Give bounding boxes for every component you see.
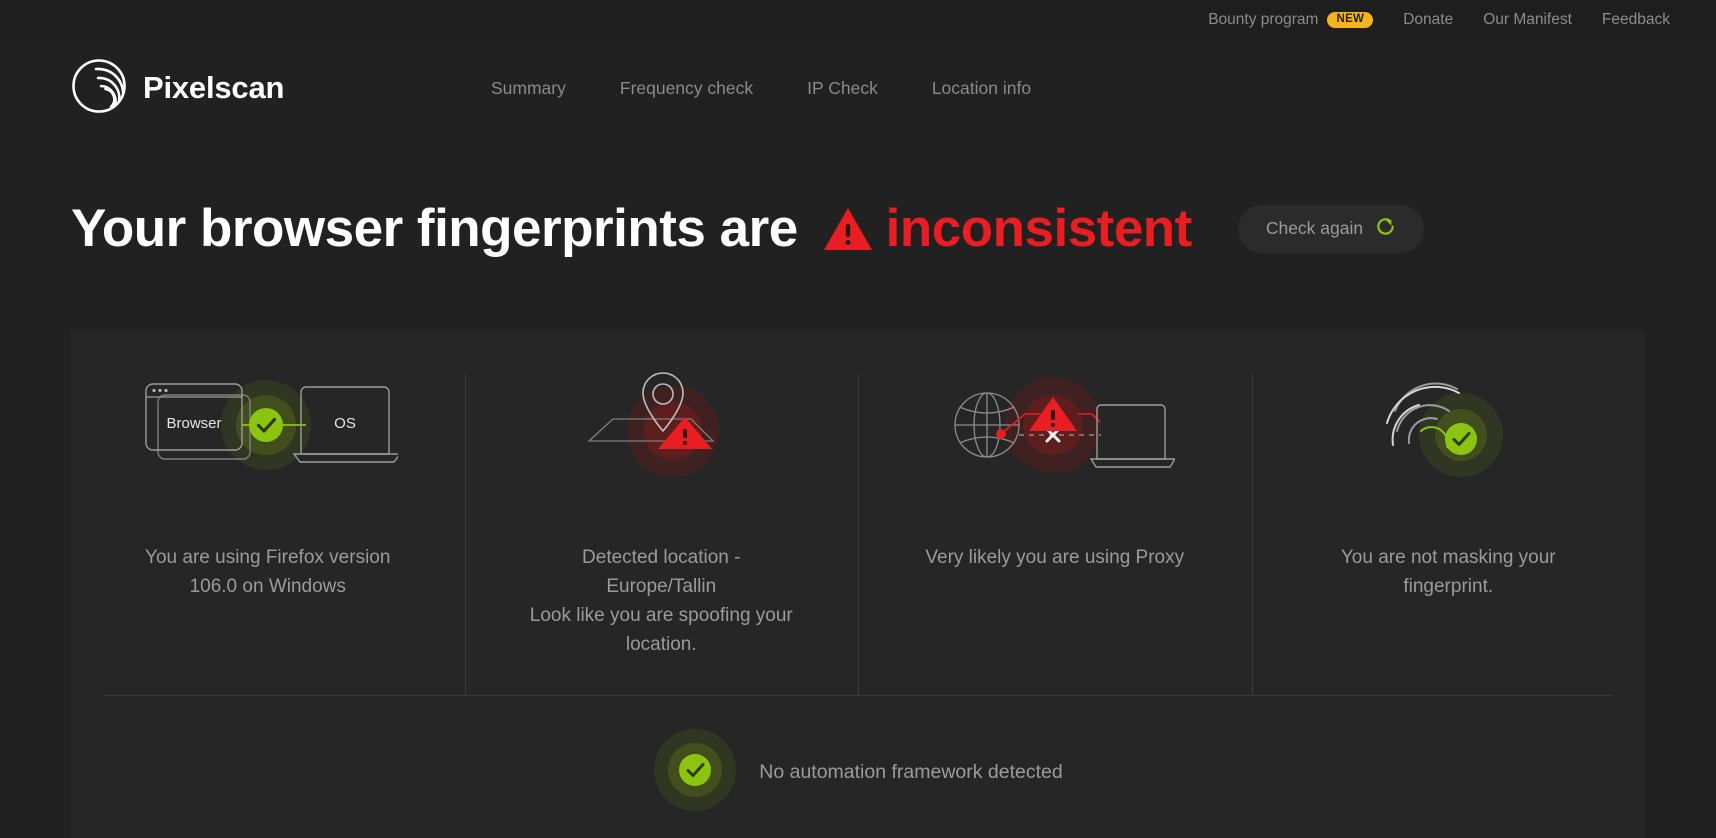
nav-link-ip-check[interactable]: IP Check xyxy=(807,72,878,105)
automation-status-text: No automation framework detected xyxy=(759,761,1063,783)
topbar-link-our-manifest[interactable]: Our Manifest xyxy=(1483,11,1572,29)
results-card-row: Browser OS You are using Firefox version… xyxy=(71,331,1645,695)
os-art-label: OS xyxy=(334,415,356,432)
result-card-fingerprint: You are not masking your fingerprint. xyxy=(1251,369,1646,695)
results-panel: Browser OS You are using Firefox version… xyxy=(71,331,1645,838)
topbar-link-label: Feedback xyxy=(1601,11,1670,28)
result-card-proxy: Very likely you are using Proxy xyxy=(858,369,1252,695)
result-card-browser-os: Browser OS You are using Firefox version… xyxy=(71,369,465,695)
status-word: inconsistent xyxy=(885,199,1193,258)
topbar-link-donate[interactable]: Donate xyxy=(1403,11,1453,29)
check-again-button[interactable]: Check again xyxy=(1237,204,1425,253)
fingerprint-ok-icon xyxy=(1363,369,1533,481)
site-header: Pixelscan Summary Frequency check IP Che… xyxy=(0,54,1716,122)
automation-status-row: No automation framework detected xyxy=(71,696,1645,838)
pixelscan-spiral-logo-icon xyxy=(71,58,127,119)
location-pin-warning-icon xyxy=(561,369,761,481)
result-card-location: Detected location - Europe/Tallin Look l… xyxy=(464,369,859,695)
nav-link-summary[interactable]: Summary xyxy=(491,72,566,105)
topbar-link-label: Our Manifest xyxy=(1483,11,1572,28)
browser-art-label: Browser xyxy=(166,415,221,432)
nav-link-frequency-check[interactable]: Frequency check xyxy=(620,72,753,105)
topbar-link-label: Bounty program xyxy=(1208,11,1319,28)
result-card-text: Detected location - Europe/Tallin Look l… xyxy=(529,547,793,655)
result-card-text: You are using Firefox version 106.0 on W… xyxy=(145,547,391,597)
browser-os-match-icon: Browser OS xyxy=(138,369,398,481)
hero-headline-row: Your browser fingerprints are inconsiste… xyxy=(0,198,1716,259)
topbar-link-bounty-program[interactable]: Bounty program NEW xyxy=(1208,11,1374,29)
result-card-text: Very likely you are using Proxy xyxy=(925,547,1185,568)
result-card-text: You are not masking your fingerprint. xyxy=(1340,547,1556,597)
globe-proxy-warning-icon xyxy=(935,369,1175,481)
nav-link-location-info[interactable]: Location info xyxy=(932,72,1031,105)
check-again-label: Check again xyxy=(1265,218,1364,238)
topbar-link-label: Donate xyxy=(1403,11,1454,28)
new-badge: NEW xyxy=(1327,11,1374,29)
check-circle-icon xyxy=(653,728,737,817)
page-title: Your browser fingerprints are inconsiste… xyxy=(71,198,1192,259)
topbar-link-feedback[interactable]: Feedback xyxy=(1602,11,1670,29)
refresh-icon xyxy=(1375,216,1396,242)
utility-topbar: Bounty program NEW Donate Our Manifest F… xyxy=(0,0,1716,40)
main-navigation: Summary Frequency check IP Check Locatio… xyxy=(491,72,1085,105)
warning-triangle-icon xyxy=(822,206,874,252)
headline-prefix: Your browser fingerprints are xyxy=(71,199,798,258)
brand-name: Pixelscan xyxy=(143,70,285,105)
brand-logo-link[interactable]: Pixelscan xyxy=(71,58,491,119)
